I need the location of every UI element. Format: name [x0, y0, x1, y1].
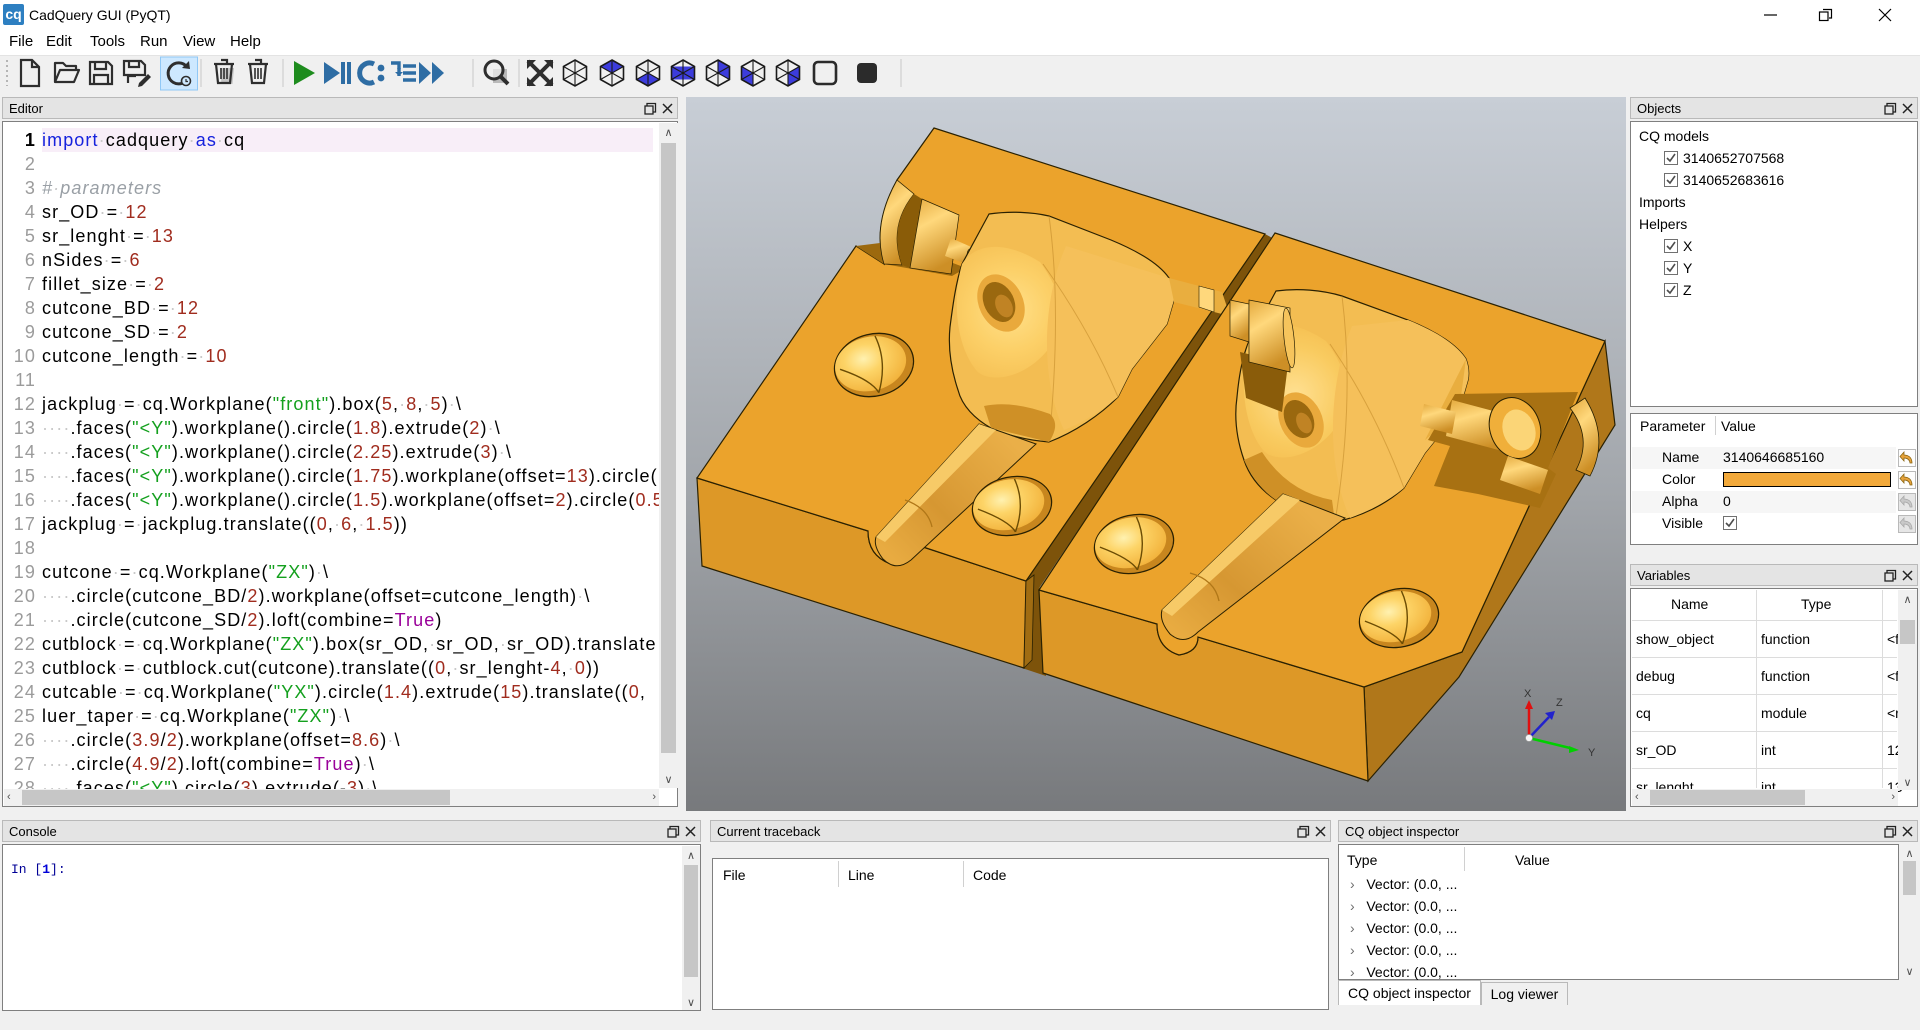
- svg-text:X: X: [1524, 688, 1532, 700]
- svg-text:Z: Z: [1556, 697, 1563, 709]
- svg-text:Y: Y: [1588, 747, 1596, 759]
